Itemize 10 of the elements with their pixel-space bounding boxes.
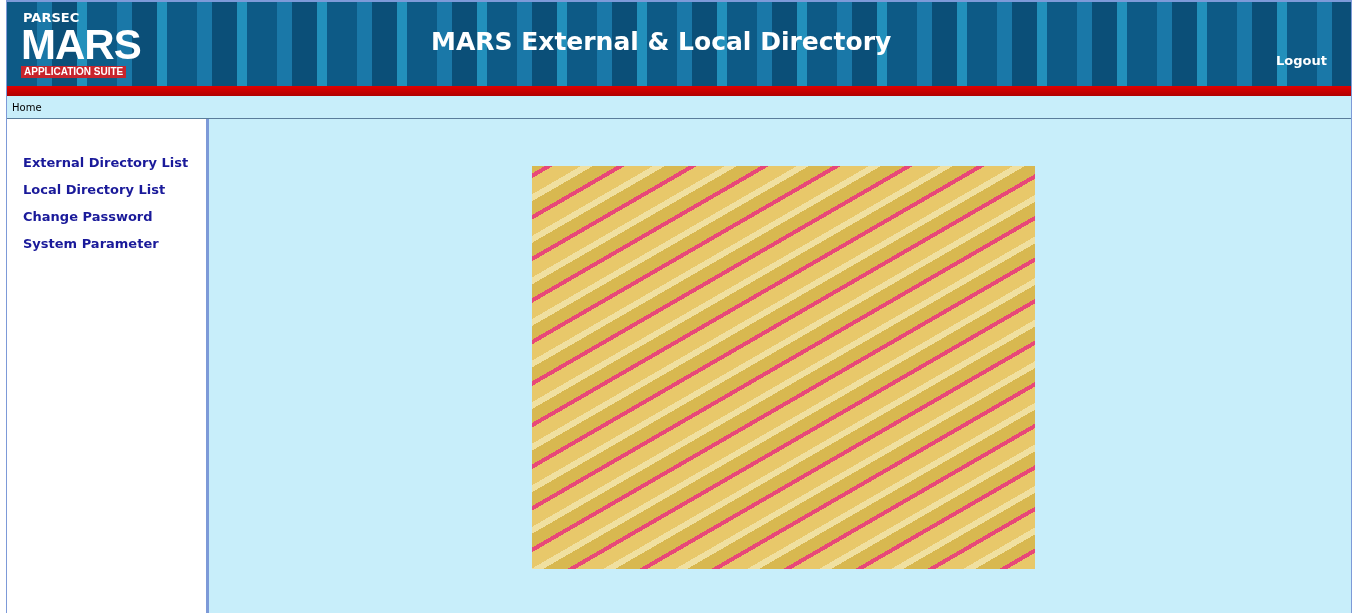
sidebar-link[interactable]: Change Password [23, 209, 153, 224]
logo-text: PARSEC [23, 10, 81, 24]
breadcrumb-link[interactable]: Home [12, 101, 42, 113]
sidebar-link[interactable]: Local Directory List [23, 182, 166, 197]
logo-tagline: APPLICATION SUITE [21, 65, 127, 78]
page-title: MARS External & Local Directory [431, 26, 893, 58]
sidebar-link[interactable]: External Directory List [23, 155, 189, 170]
sidebar-link[interactable]: System Parameter [23, 236, 159, 251]
logo-text: MARS [21, 23, 141, 66]
logout-link[interactable]: Logout [1276, 53, 1327, 68]
